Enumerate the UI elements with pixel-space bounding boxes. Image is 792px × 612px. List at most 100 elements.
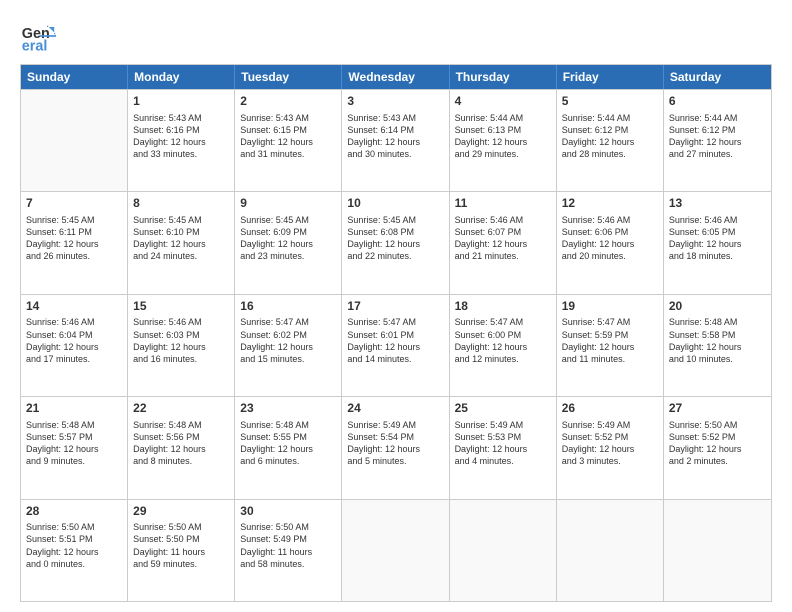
day-info: Sunrise: 5:46 AM Sunset: 6:05 PM Dayligh… (669, 214, 766, 263)
day-info: Sunrise: 5:50 AM Sunset: 5:52 PM Dayligh… (669, 419, 766, 468)
calendar-cell: 8Sunrise: 5:45 AM Sunset: 6:10 PM Daylig… (128, 192, 235, 293)
calendar-cell: 29Sunrise: 5:50 AM Sunset: 5:50 PM Dayli… (128, 500, 235, 601)
calendar-cell: 16Sunrise: 5:47 AM Sunset: 6:02 PM Dayli… (235, 295, 342, 396)
day-number: 4 (455, 94, 551, 110)
day-info: Sunrise: 5:45 AM Sunset: 6:10 PM Dayligh… (133, 214, 229, 263)
day-number: 26 (562, 401, 658, 417)
day-info: Sunrise: 5:48 AM Sunset: 5:55 PM Dayligh… (240, 419, 336, 468)
calendar-cell: 13 Sunrise: 5:46 AM Sunset: 6:05 PM Dayli… (664, 192, 771, 293)
day-number: 10 (347, 196, 443, 212)
calendar-cell: 23 Sunrise: 5:48 AM Sunset: 5:55 PM Dayli… (235, 397, 342, 498)
calendar-cell: 22 Sunrise: 5:48 AM Sunset: 5:56 PM Dayli… (128, 397, 235, 498)
weekday-header: Thursday (450, 65, 557, 89)
day-number: 6 (669, 94, 766, 110)
day-number: 15 (133, 299, 229, 315)
day-number: 25 (455, 401, 551, 417)
calendar-cell: 14Sunrise: 5:46 AM Sunset: 6:04 PM Dayli… (21, 295, 128, 396)
day-number: 7 (26, 196, 122, 212)
calendar-cell (450, 500, 557, 601)
day-info: Sunrise: 5:45 AM Sunset: 6:09 PM Dayligh… (240, 214, 336, 263)
day-info: Sunrise: 5:47 AM Sunset: 5:59 PM Dayligh… (562, 316, 658, 365)
calendar-cell: 24 Sunrise: 5:49 AM Sunset: 5:54 PM Dayli… (342, 397, 449, 498)
calendar-cell: 19Sunrise: 5:47 AM Sunset: 5:59 PM Dayli… (557, 295, 664, 396)
day-info: Sunrise: 5:47 AM Sunset: 6:02 PM Dayligh… (240, 316, 336, 365)
calendar-cell (21, 90, 128, 191)
day-number: 19 (562, 299, 658, 315)
calendar-cell: 28Sunrise: 5:50 AM Sunset: 5:51 PM Dayli… (21, 500, 128, 601)
calendar-cell: 18Sunrise: 5:47 AM Sunset: 6:00 PM Dayli… (450, 295, 557, 396)
day-info: Sunrise: 5:43 AM Sunset: 6:16 PM Dayligh… (133, 112, 229, 161)
day-info: Sunrise: 5:48 AM Sunset: 5:58 PM Dayligh… (669, 316, 766, 365)
day-info: Sunrise: 5:47 AM Sunset: 6:00 PM Dayligh… (455, 316, 551, 365)
day-info: Sunrise: 5:46 AM Sunset: 6:04 PM Dayligh… (26, 316, 122, 365)
day-info: Sunrise: 5:43 AM Sunset: 6:14 PM Dayligh… (347, 112, 443, 161)
day-number: 18 (455, 299, 551, 315)
day-info: Sunrise: 5:45 AM Sunset: 6:08 PM Dayligh… (347, 214, 443, 263)
calendar-cell: 3 Sunrise: 5:43 AM Sunset: 6:14 PM Daylig… (342, 90, 449, 191)
header: Gen eral (20, 18, 772, 54)
weekday-header: Monday (128, 65, 235, 89)
day-info: Sunrise: 5:44 AM Sunset: 6:12 PM Dayligh… (562, 112, 658, 161)
day-info: Sunrise: 5:46 AM Sunset: 6:03 PM Dayligh… (133, 316, 229, 365)
calendar-cell (557, 500, 664, 601)
calendar-cell: 1 Sunrise: 5:43 AM Sunset: 6:16 PM Daylig… (128, 90, 235, 191)
calendar-cell: 17Sunrise: 5:47 AM Sunset: 6:01 PM Dayli… (342, 295, 449, 396)
calendar-row: 7 Sunrise: 5:45 AM Sunset: 6:11 PM Daylig… (21, 191, 771, 293)
calendar-row: 21 Sunrise: 5:48 AM Sunset: 5:57 PM Dayli… (21, 396, 771, 498)
calendar-header: SundayMondayTuesdayWednesdayThursdayFrid… (21, 65, 771, 89)
calendar-body: 1 Sunrise: 5:43 AM Sunset: 6:16 PM Daylig… (21, 89, 771, 601)
day-number: 5 (562, 94, 658, 110)
day-number: 22 (133, 401, 229, 417)
day-info: Sunrise: 5:44 AM Sunset: 6:13 PM Dayligh… (455, 112, 551, 161)
day-info: Sunrise: 5:43 AM Sunset: 6:15 PM Dayligh… (240, 112, 336, 161)
day-number: 1 (133, 94, 229, 110)
calendar-cell: 7 Sunrise: 5:45 AM Sunset: 6:11 PM Daylig… (21, 192, 128, 293)
calendar-cell: 25 Sunrise: 5:49 AM Sunset: 5:53 PM Dayli… (450, 397, 557, 498)
weekday-header: Sunday (21, 65, 128, 89)
calendar-cell: 30Sunrise: 5:50 AM Sunset: 5:49 PM Dayli… (235, 500, 342, 601)
page: Gen eral SundayMondayTuesdayWednesdayThu… (0, 0, 792, 612)
calendar-cell: 6 Sunrise: 5:44 AM Sunset: 6:12 PM Daylig… (664, 90, 771, 191)
day-number: 21 (26, 401, 122, 417)
day-info: Sunrise: 5:48 AM Sunset: 5:56 PM Dayligh… (133, 419, 229, 468)
day-info: Sunrise: 5:49 AM Sunset: 5:53 PM Dayligh… (455, 419, 551, 468)
calendar-cell: 4 Sunrise: 5:44 AM Sunset: 6:13 PM Daylig… (450, 90, 557, 191)
day-number: 13 (669, 196, 766, 212)
day-number: 16 (240, 299, 336, 315)
day-number: 23 (240, 401, 336, 417)
day-number: 3 (347, 94, 443, 110)
day-number: 14 (26, 299, 122, 315)
day-number: 30 (240, 504, 336, 520)
day-number: 28 (26, 504, 122, 520)
day-info: Sunrise: 5:44 AM Sunset: 6:12 PM Dayligh… (669, 112, 766, 161)
weekday-header: Tuesday (235, 65, 342, 89)
day-info: Sunrise: 5:46 AM Sunset: 6:07 PM Dayligh… (455, 214, 551, 263)
calendar-cell: 20Sunrise: 5:48 AM Sunset: 5:58 PM Dayli… (664, 295, 771, 396)
day-info: Sunrise: 5:45 AM Sunset: 6:11 PM Dayligh… (26, 214, 122, 263)
weekday-header: Saturday (664, 65, 771, 89)
calendar-cell: 21 Sunrise: 5:48 AM Sunset: 5:57 PM Dayli… (21, 397, 128, 498)
day-number: 12 (562, 196, 658, 212)
calendar-cell: 2Sunrise: 5:43 AM Sunset: 6:15 PM Daylig… (235, 90, 342, 191)
day-number: 11 (455, 196, 551, 212)
calendar-cell: 5 Sunrise: 5:44 AM Sunset: 6:12 PM Daylig… (557, 90, 664, 191)
calendar-cell (342, 500, 449, 601)
calendar-cell: 9 Sunrise: 5:45 AM Sunset: 6:09 PM Daylig… (235, 192, 342, 293)
calendar-cell: 12Sunrise: 5:46 AM Sunset: 6:06 PM Dayli… (557, 192, 664, 293)
day-number: 24 (347, 401, 443, 417)
svg-text:eral: eral (22, 38, 48, 54)
calendar-row: 14Sunrise: 5:46 AM Sunset: 6:04 PM Dayli… (21, 294, 771, 396)
day-number: 9 (240, 196, 336, 212)
logo-icon: Gen eral (20, 18, 56, 54)
day-number: 17 (347, 299, 443, 315)
day-info: Sunrise: 5:50 AM Sunset: 5:51 PM Dayligh… (26, 521, 122, 570)
day-number: 29 (133, 504, 229, 520)
calendar-cell (664, 500, 771, 601)
day-info: Sunrise: 5:49 AM Sunset: 5:54 PM Dayligh… (347, 419, 443, 468)
weekday-header: Friday (557, 65, 664, 89)
day-info: Sunrise: 5:47 AM Sunset: 6:01 PM Dayligh… (347, 316, 443, 365)
day-info: Sunrise: 5:48 AM Sunset: 5:57 PM Dayligh… (26, 419, 122, 468)
calendar-cell: 27Sunrise: 5:50 AM Sunset: 5:52 PM Dayli… (664, 397, 771, 498)
day-info: Sunrise: 5:50 AM Sunset: 5:50 PM Dayligh… (133, 521, 229, 570)
calendar-row: 1 Sunrise: 5:43 AM Sunset: 6:16 PM Daylig… (21, 89, 771, 191)
